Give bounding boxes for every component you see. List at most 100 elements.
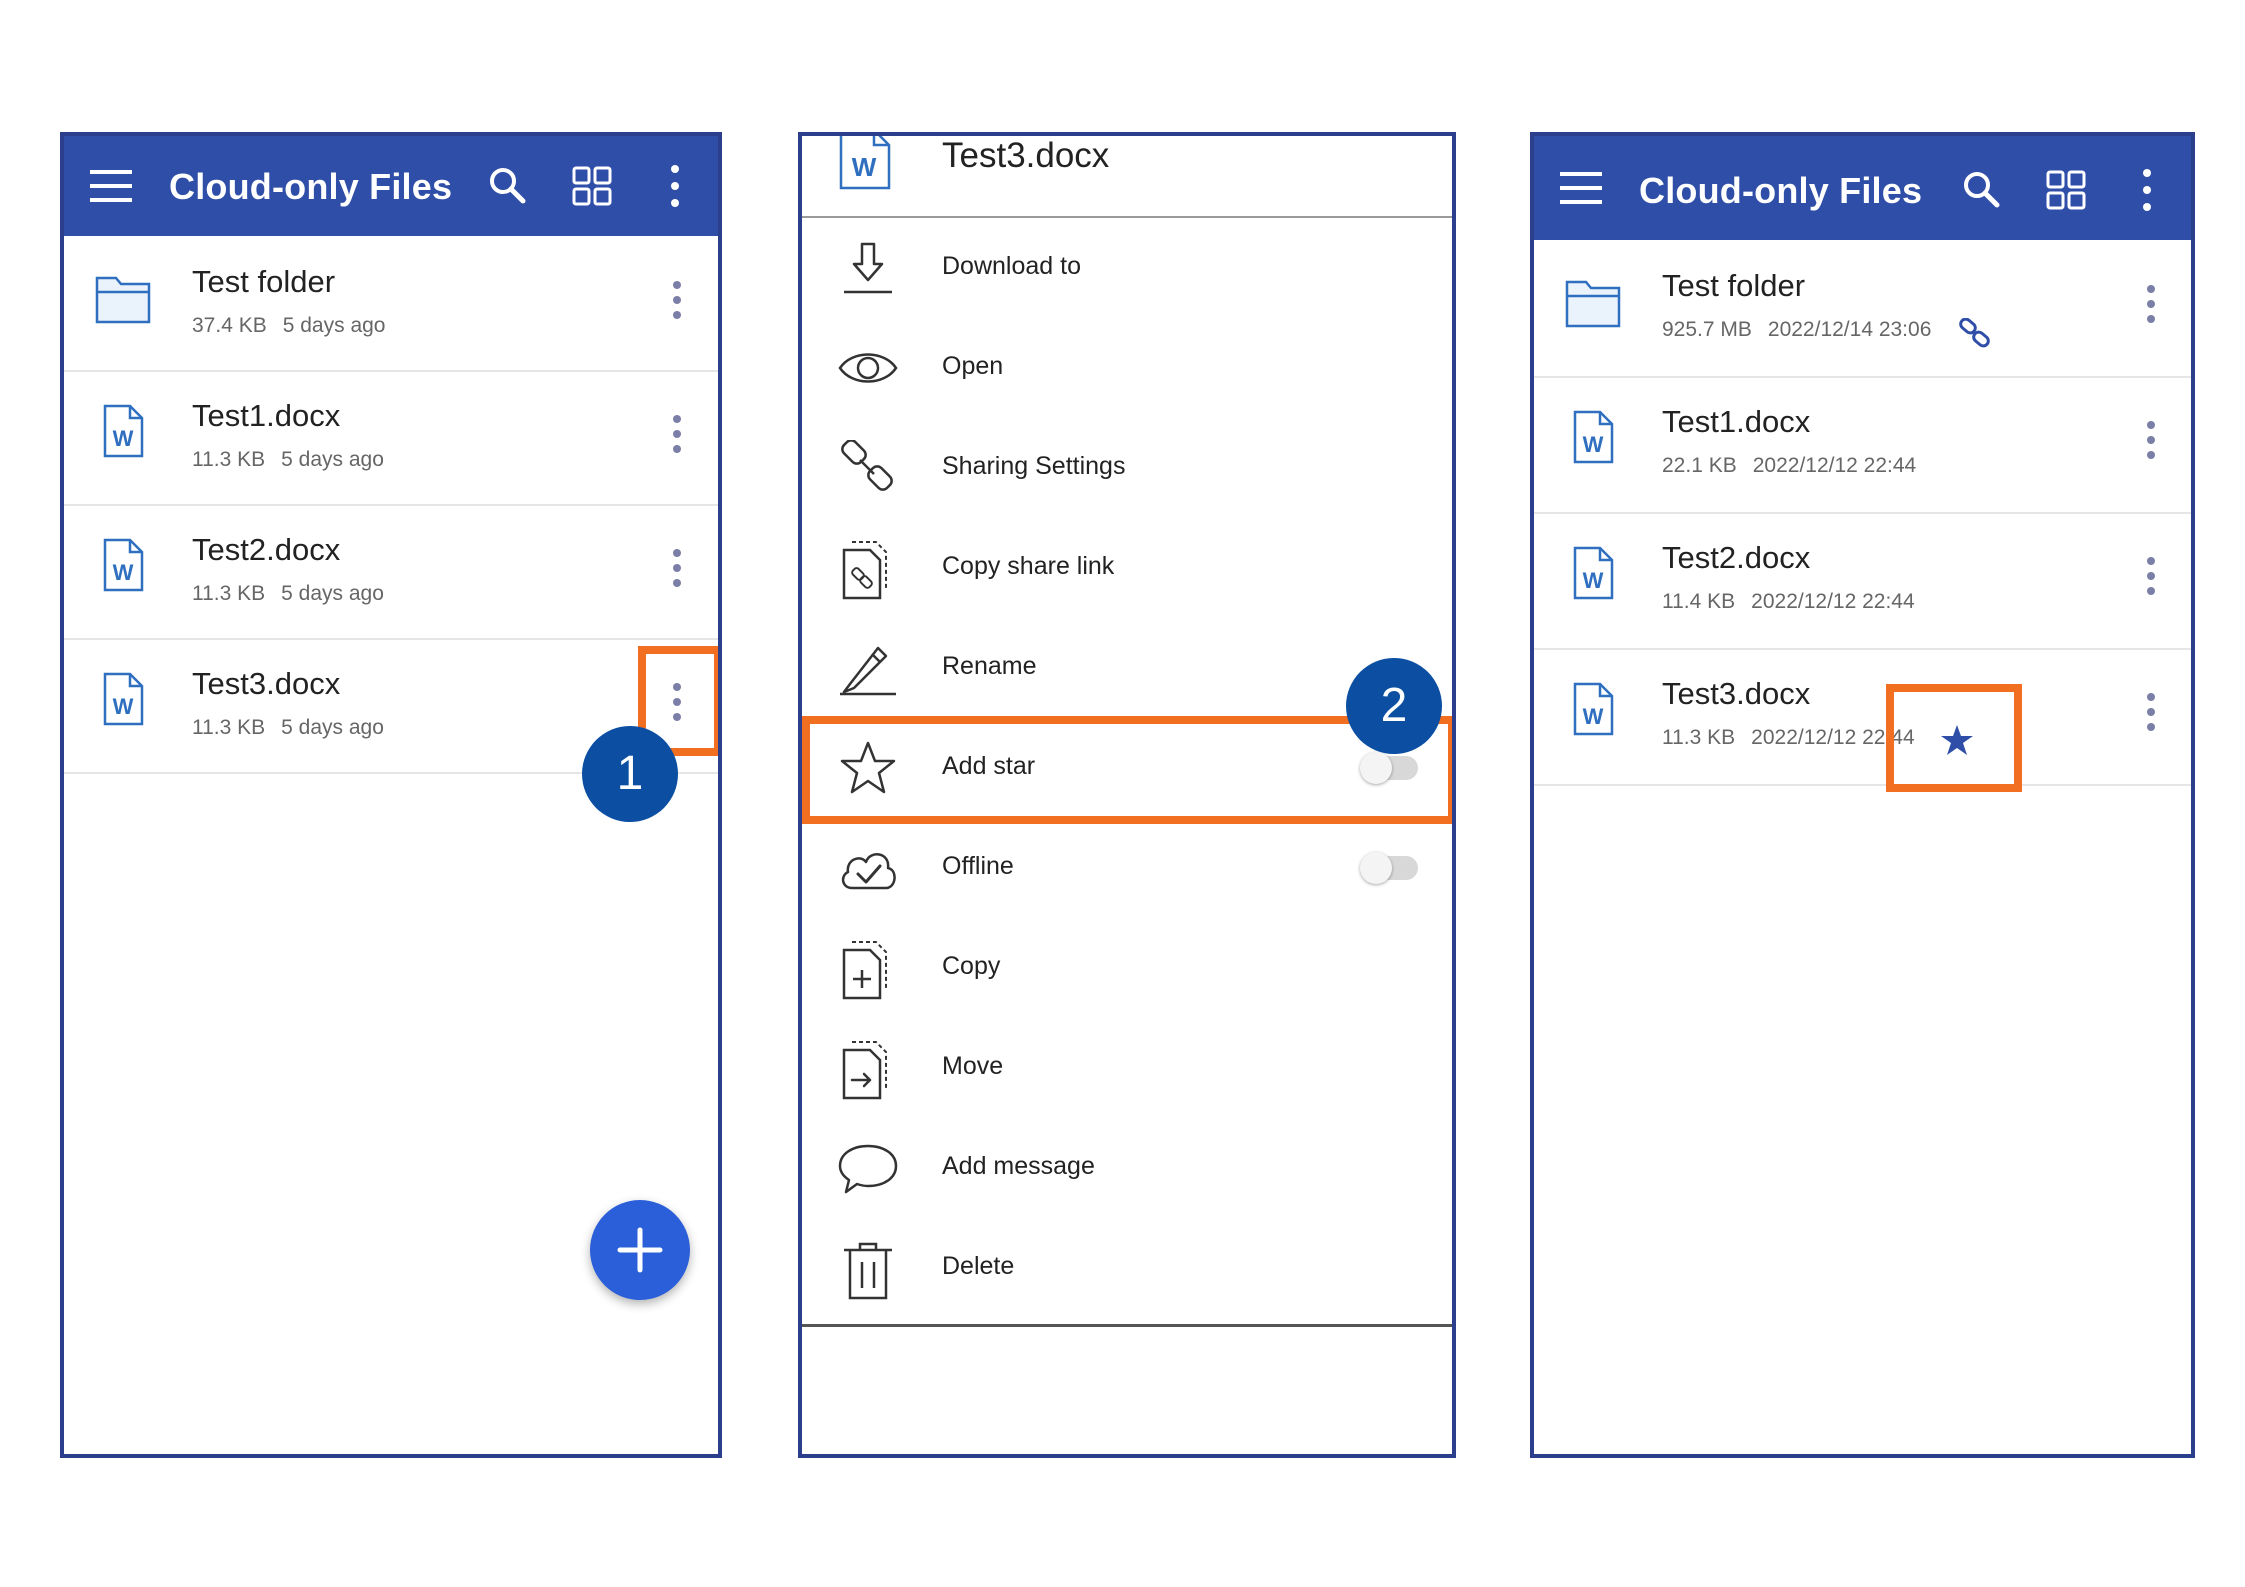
- file-date: 5 days ago: [281, 582, 384, 605]
- menu-item-sharing-settings[interactable]: Sharing Settings: [802, 418, 1452, 518]
- screen-3-starred-result: Cloud-only Files Test folder 925.7 MB 202…: [1530, 132, 2195, 1458]
- grid-view-icon[interactable]: [572, 166, 612, 211]
- menu-label: Download to: [942, 252, 1081, 280]
- copy-icon: [836, 940, 900, 1005]
- list-item[interactable]: Test folder 925.7 MB 2022/12/14 23:06: [1534, 240, 2191, 378]
- offline-toggle[interactable]: [1360, 852, 1418, 884]
- menu-label: Offline: [942, 852, 1014, 880]
- file-meta: 925.7 MB 2022/12/14 23:06: [1662, 318, 1947, 342]
- file-size: 11.3 KB: [192, 716, 266, 739]
- file-name: Test1.docx: [1662, 404, 1811, 439]
- list-item[interactable]: W Test1.docx 22.1 KB 2022/12/12 22:44: [1534, 376, 2191, 514]
- file-size: 11.3 KB: [192, 582, 266, 605]
- step-badge-1: 1: [582, 726, 678, 822]
- file-name: Test1.docx: [192, 398, 341, 433]
- file-meta: 11.3 KB 5 days ago: [192, 582, 400, 606]
- word-doc-icon: W: [1572, 682, 1614, 741]
- item-more-icon[interactable]: [2146, 420, 2156, 465]
- item-more-icon[interactable]: [672, 280, 682, 325]
- file-meta: 11.4 KB 2022/12/12 22:44: [1662, 590, 1931, 614]
- hamburger-menu-icon[interactable]: [90, 168, 132, 209]
- word-doc-icon: W: [1572, 546, 1614, 605]
- item-more-icon[interactable]: [2146, 692, 2156, 737]
- file-date: 2022/12/12 22:44: [1751, 590, 1915, 613]
- word-doc-icon: W: [102, 404, 144, 463]
- svg-text:W: W: [113, 426, 134, 451]
- menu-label: Sharing Settings: [942, 452, 1126, 480]
- search-icon[interactable]: [488, 166, 526, 209]
- eye-icon: [836, 340, 900, 401]
- menu-label: Move: [942, 1052, 1004, 1080]
- file-date: 5 days ago: [282, 314, 386, 337]
- item-more-icon[interactable]: [672, 414, 682, 459]
- cloud-check-icon: [836, 840, 900, 901]
- item-more-icon[interactable]: [672, 548, 682, 593]
- app-bar: Cloud-only Files: [64, 136, 718, 236]
- search-icon[interactable]: [1962, 170, 2000, 213]
- copy-link-icon: [836, 540, 900, 605]
- menu-label: Rename: [942, 652, 1037, 680]
- sheet-bottom-divider: [802, 1324, 1452, 1327]
- menu-label: Delete: [942, 1252, 1015, 1280]
- file-size: 37.4 KB: [192, 314, 267, 337]
- svg-text:W: W: [113, 560, 134, 585]
- menu-item-move[interactable]: Move: [802, 1018, 1452, 1118]
- folder-icon: [94, 270, 152, 331]
- app-title: Cloud-only Files: [169, 166, 453, 207]
- item-more-icon[interactable]: [2146, 556, 2156, 601]
- svg-text:W: W: [113, 694, 134, 719]
- highlight-box-star: [1886, 684, 2022, 792]
- file-date: 5 days ago: [281, 448, 384, 471]
- menu-item-add-message[interactable]: Add message: [802, 1118, 1452, 1218]
- file-name: Test3.docx: [1662, 676, 1811, 711]
- word-doc-icon: W: [102, 538, 144, 597]
- add-fab-button[interactable]: [590, 1200, 690, 1300]
- menu-item-download[interactable]: Download to: [802, 218, 1452, 318]
- menu-label: Open: [942, 352, 1004, 380]
- file-name: Test folder: [192, 264, 336, 299]
- hamburger-menu-icon[interactable]: [1560, 170, 1602, 211]
- list-item[interactable]: Test folder 37.4 KB 5 days ago: [64, 236, 718, 372]
- menu-item-copy[interactable]: Copy: [802, 918, 1452, 1018]
- file-date: 2022/12/14 23:06: [1767, 318, 1932, 341]
- file-size: 22.1 KB: [1662, 454, 1737, 477]
- pencil-icon: [836, 640, 900, 701]
- menu-item-offline[interactable]: Offline: [802, 818, 1452, 918]
- menu-label: Copy share link: [942, 552, 1115, 580]
- item-more-icon[interactable]: [2146, 284, 2156, 329]
- screen-2-action-menu: W Test3.docx Download to Open Sharing Se…: [798, 132, 1456, 1458]
- link-icon: [836, 439, 900, 501]
- sheet-header: W Test3.docx: [802, 136, 1452, 218]
- list-item[interactable]: W Test2.docx 11.4 KB 2022/12/12 22:44: [1534, 512, 2191, 650]
- svg-text:W: W: [1583, 432, 1604, 457]
- screen-1-file-list: Cloud-only Files Test folder 37.4 KB 5 da…: [60, 132, 722, 1458]
- trash-icon: [836, 1240, 900, 1305]
- menu-item-copy-share-link[interactable]: Copy share link: [802, 518, 1452, 618]
- folder-icon: [1564, 274, 1622, 335]
- plus-icon: [617, 1227, 663, 1273]
- file-size: 11.4 KB: [1662, 590, 1736, 613]
- list-item[interactable]: W Test2.docx 11.3 KB 5 days ago: [64, 504, 718, 640]
- list-item[interactable]: W Test1.docx 11.3 KB 5 days ago: [64, 370, 718, 506]
- grid-view-icon[interactable]: [2046, 170, 2086, 215]
- file-size: 11.3 KB: [192, 448, 266, 471]
- file-meta: 11.3 KB 5 days ago: [192, 448, 400, 472]
- file-date: 2022/12/12 22:44: [1752, 454, 1917, 477]
- word-doc-icon: W: [1572, 410, 1614, 469]
- more-options-icon[interactable]: [670, 164, 680, 213]
- word-doc-icon: W: [838, 136, 892, 195]
- step-badge-2: 2: [1346, 658, 1442, 754]
- message-icon: [836, 1140, 900, 1201]
- shared-link-icon: [1958, 317, 1992, 353]
- menu-item-delete[interactable]: Delete: [802, 1218, 1452, 1318]
- menu-item-open[interactable]: Open: [802, 318, 1452, 418]
- file-name: Test3.docx: [192, 666, 341, 701]
- file-meta: 37.4 KB 5 days ago: [192, 314, 401, 338]
- app-bar: Cloud-only Files: [1534, 136, 2191, 240]
- more-options-icon[interactable]: [2142, 168, 2152, 217]
- file-size: 11.3 KB: [1662, 726, 1736, 749]
- sheet-file-name: Test3.docx: [942, 136, 1110, 175]
- list-item[interactable]: W Test3.docx 11.3 KB 2022/12/12 22:44: [1534, 648, 2191, 786]
- move-icon: [836, 1040, 900, 1105]
- word-doc-icon: W: [102, 672, 144, 731]
